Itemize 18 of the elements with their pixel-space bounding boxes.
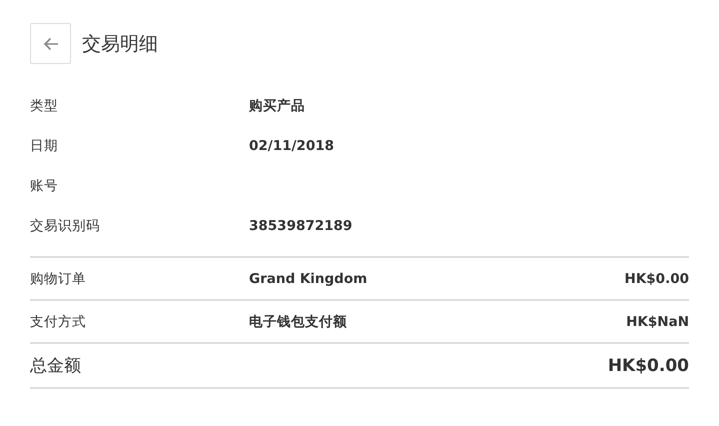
detail-value: 02/11/2018 xyxy=(249,138,334,154)
back-arrow-icon xyxy=(42,36,58,50)
detail-value: 38539872189 xyxy=(249,218,352,234)
detail-label: 交易识别码 xyxy=(30,217,101,235)
item-label: 购物订单 xyxy=(30,270,87,288)
total-amount: HK$0.00 xyxy=(608,356,689,376)
item-value: 电子钱包支付额 xyxy=(249,312,347,330)
item-amount: HK$NaN xyxy=(626,314,689,330)
item-amount: HK$0.00 xyxy=(624,270,689,286)
total-label: 总金额 xyxy=(30,355,81,377)
detail-value: 购买产品 xyxy=(249,97,305,115)
back-button[interactable] xyxy=(30,23,71,64)
item-value: Grand Kingdom xyxy=(249,270,368,286)
detail-label: 账号 xyxy=(30,177,59,195)
detail-label: 日期 xyxy=(30,137,59,155)
page-title: 交易明细 xyxy=(82,32,158,56)
item-label: 支付方式 xyxy=(30,312,87,330)
detail-label: 类型 xyxy=(30,97,59,115)
